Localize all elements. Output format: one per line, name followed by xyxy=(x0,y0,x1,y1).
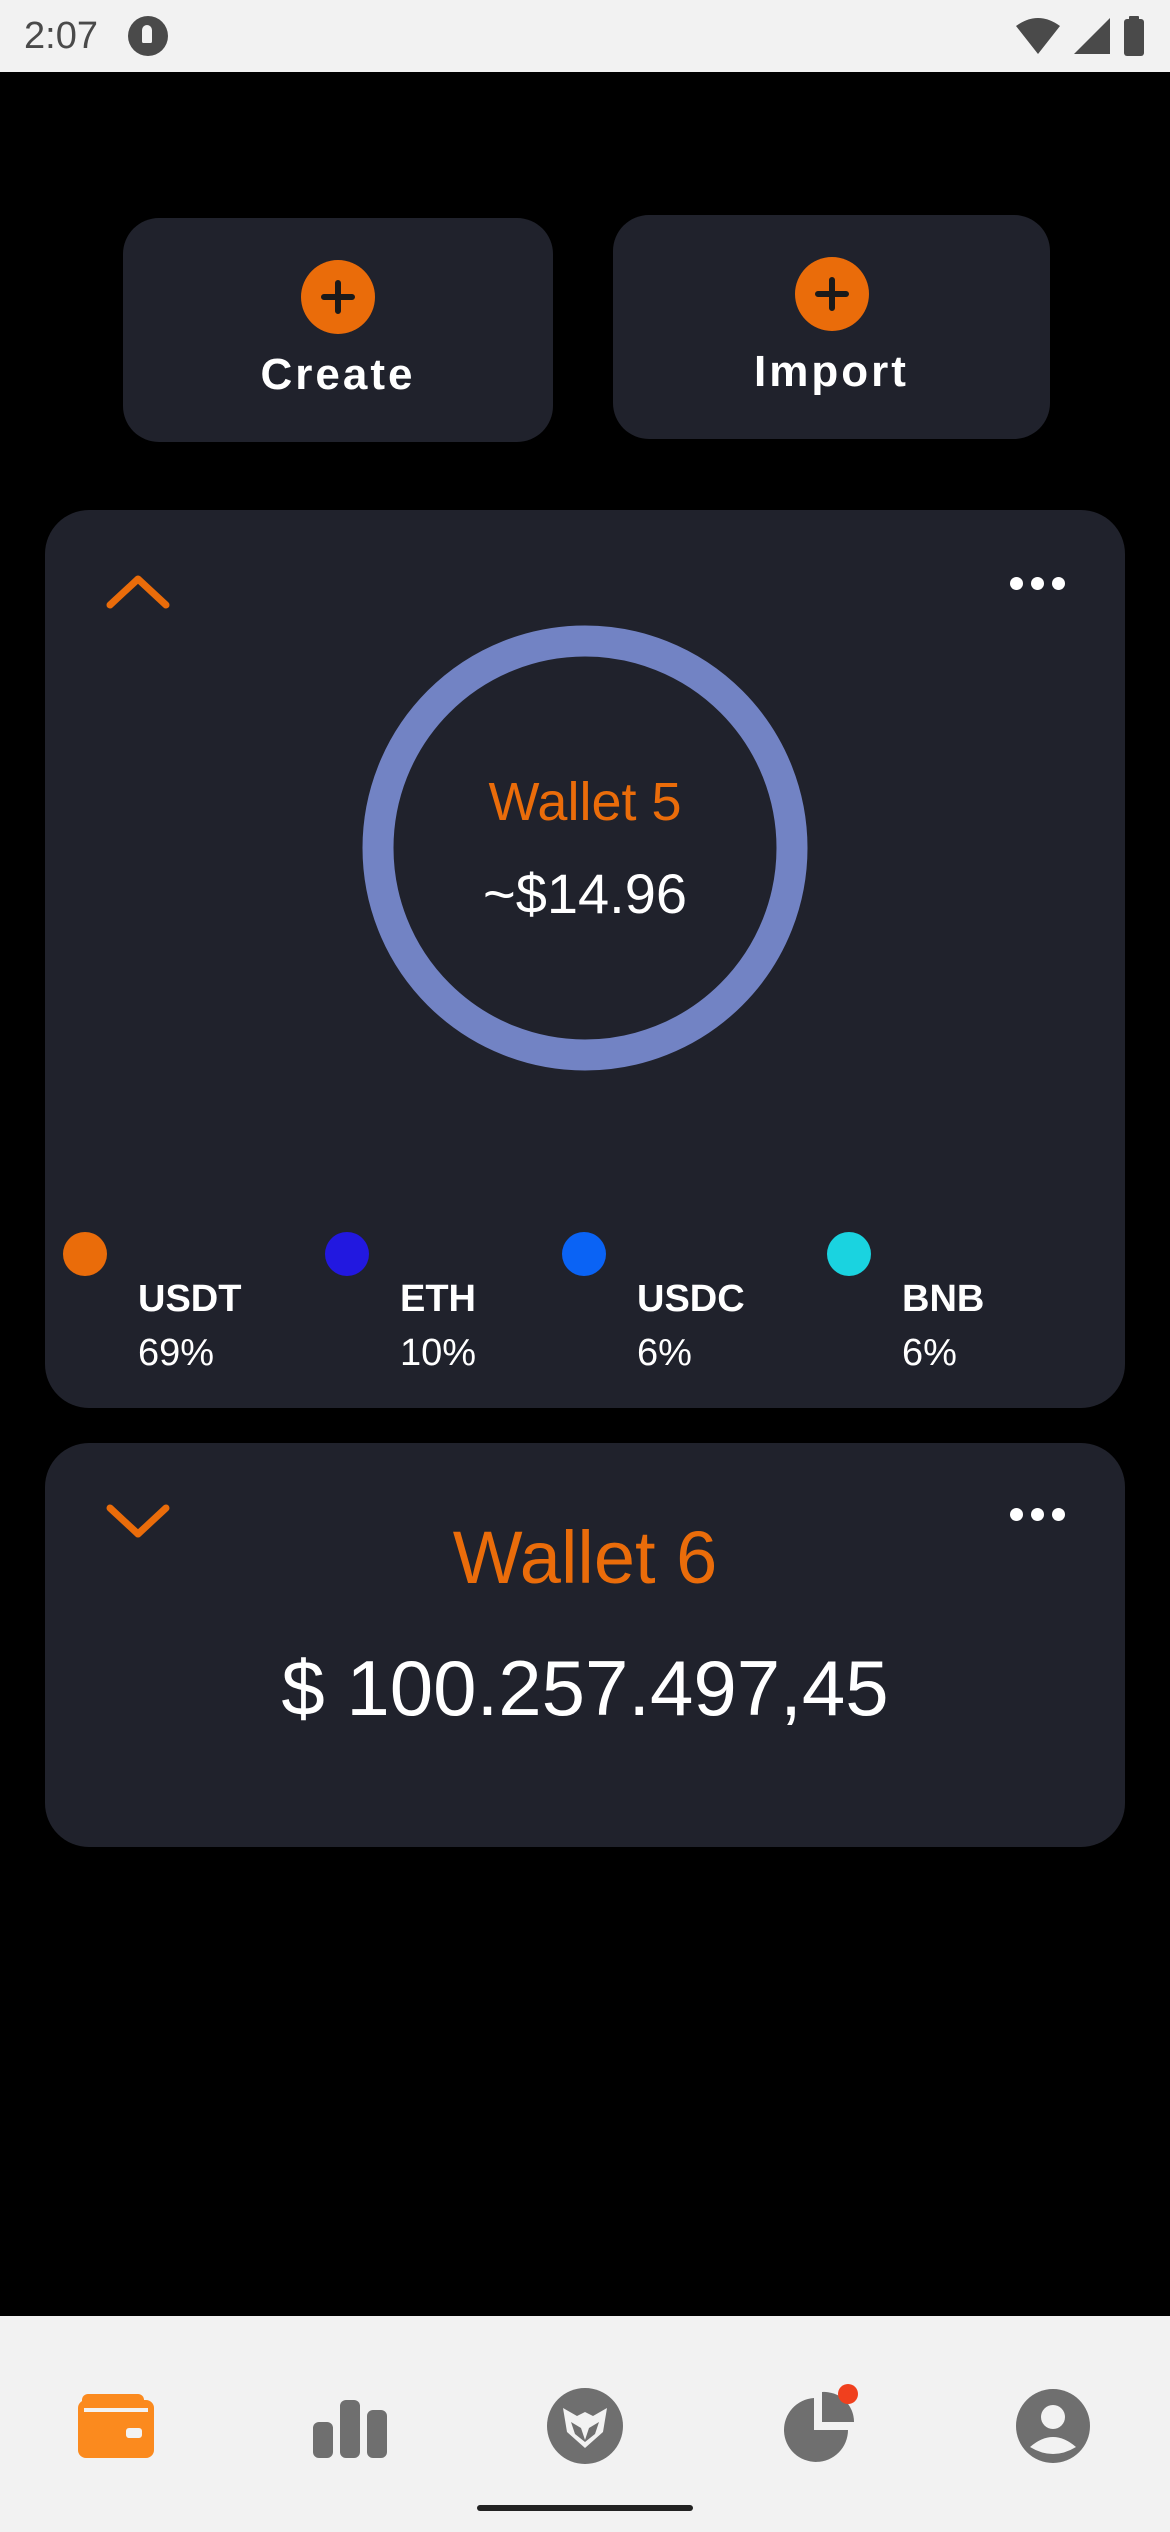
nav-portfolio[interactable] xyxy=(760,2366,880,2486)
eth-color-dot xyxy=(325,1232,369,1276)
wallet-card-collapsed[interactable]: Wallet 6 $ 100.257.497,45 xyxy=(45,1443,1125,1847)
status-time: 2:07 xyxy=(24,14,98,57)
plus-icon xyxy=(794,257,869,331)
import-label: Import xyxy=(754,347,909,396)
status-bar: 2:07 xyxy=(0,0,1170,72)
screen: 2:07 Create Import Wallet 5 ~$14.96 USDT… xyxy=(0,0,1170,2532)
fox-logo-icon xyxy=(547,2388,623,2464)
pie-chart-icon xyxy=(784,2384,858,2462)
cell-signal-icon xyxy=(1074,18,1110,54)
bnb-color-dot xyxy=(827,1232,871,1276)
legend-symbol: ETH xyxy=(400,1278,476,1320)
legend-symbol: BNB xyxy=(902,1278,985,1320)
legend-symbol: USDC xyxy=(637,1278,745,1320)
wallet-summary: Wallet 5 ~$14.96 xyxy=(362,625,808,1071)
chevron-up-icon[interactable] xyxy=(105,572,171,610)
bar-chart-icon xyxy=(313,2400,387,2458)
nav-markets[interactable] xyxy=(290,2366,410,2486)
notification-badge xyxy=(838,2384,858,2404)
import-wallet-button[interactable]: Import xyxy=(613,215,1050,439)
create-label: Create xyxy=(260,350,416,399)
wallet-balance: $ 100.257.497,45 xyxy=(281,1644,889,1732)
status-indicators xyxy=(1014,16,1146,56)
create-wallet-button[interactable]: Create xyxy=(123,218,553,442)
legend-percent: 69% xyxy=(138,1332,215,1374)
legend-percent: 6% xyxy=(902,1332,957,1374)
legend-percent: 10% xyxy=(400,1332,477,1374)
nav-profile[interactable] xyxy=(993,2366,1113,2486)
wallet-icon xyxy=(78,2394,154,2458)
profile-icon xyxy=(1016,2389,1090,2463)
legend-symbol: USDT xyxy=(138,1278,242,1320)
battery-icon xyxy=(1124,16,1144,56)
wallet-name: Wallet 6 xyxy=(452,1516,718,1599)
wallet-balance: ~$14.96 xyxy=(483,861,687,925)
app-notification-icon xyxy=(127,16,168,56)
bottom-navigation xyxy=(0,2316,1170,2532)
home-indicator[interactable] xyxy=(477,2505,693,2511)
nav-home[interactable] xyxy=(525,2366,645,2486)
nav-wallet[interactable] xyxy=(56,2366,176,2486)
wallet-name: Wallet 5 xyxy=(488,771,682,832)
wifi-icon xyxy=(1016,18,1060,54)
plus-icon xyxy=(301,260,375,334)
usdc-color-dot xyxy=(562,1232,606,1276)
asset-legend: USDT 69% ETH 10% USDC 6% BNB 6% xyxy=(45,1228,1125,1374)
more-options-icon[interactable] xyxy=(1010,577,1065,590)
usdt-color-dot xyxy=(63,1232,107,1276)
wallet-card-expanded[interactable]: Wallet 5 ~$14.96 USDT 69% ETH 10% USDC 6… xyxy=(45,510,1125,1408)
legend-percent: 6% xyxy=(637,1332,692,1374)
